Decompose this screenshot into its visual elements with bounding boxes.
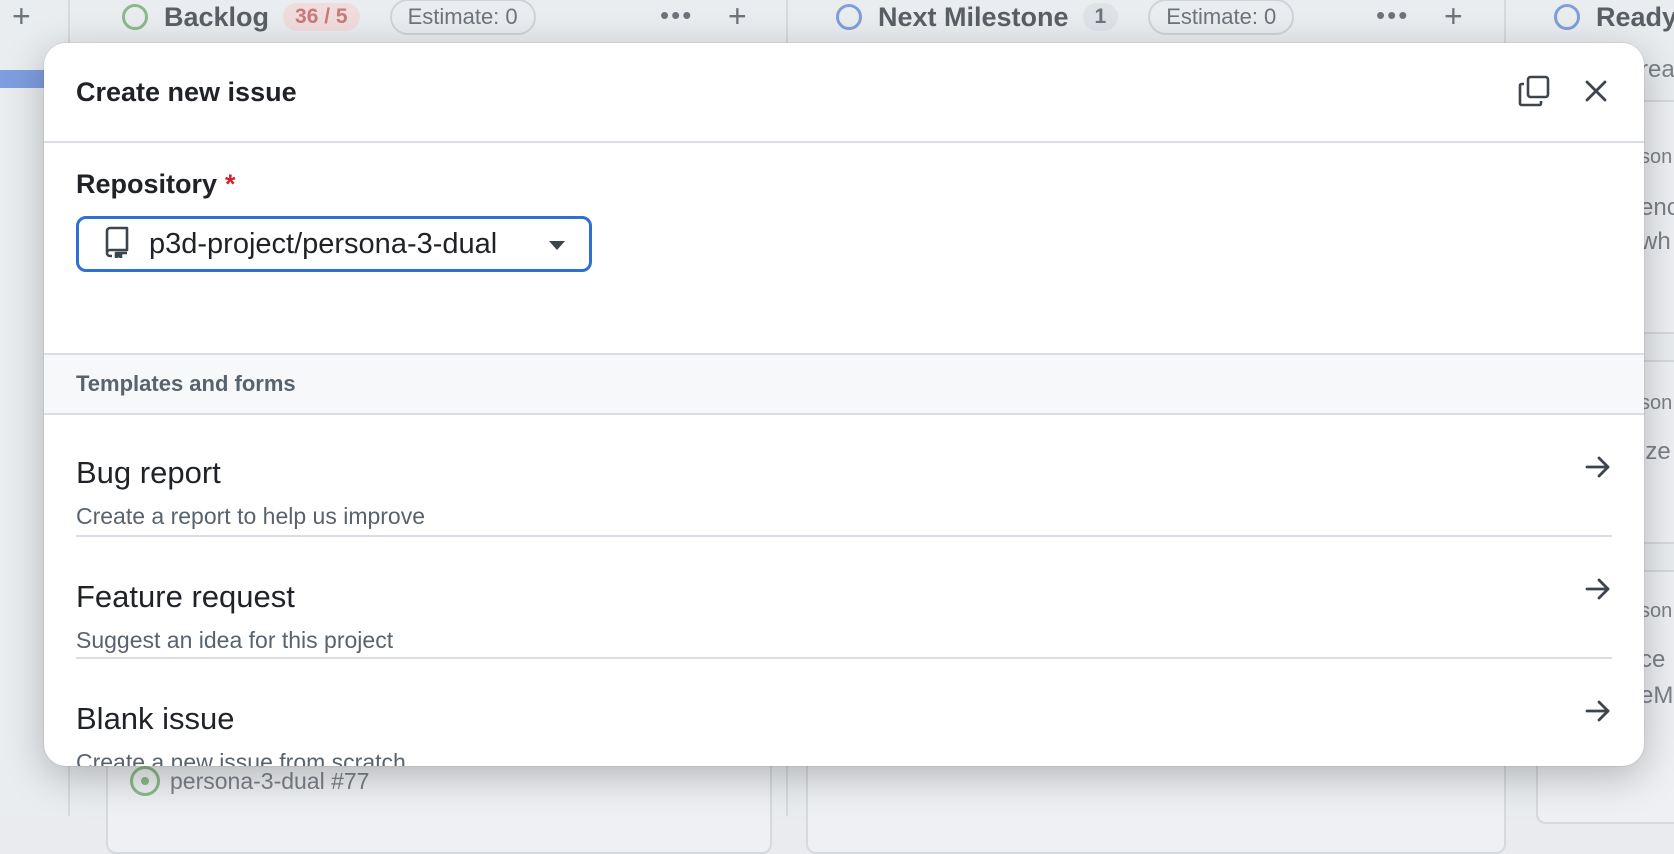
column-header-backlog: Backlog 36 / 5 Estimate: 0 (122, 0, 536, 35)
repository-section: Repository * p3d-project/persona-3-dual (44, 143, 1644, 355)
template-title: Feature request (76, 579, 295, 614)
template-title: Bug report (76, 455, 221, 490)
selection-indicator (0, 70, 44, 88)
arrow-right-icon (1584, 453, 1612, 486)
add-column-icon[interactable]: + (12, 0, 31, 35)
arrow-right-icon (1584, 697, 1612, 730)
dialog-title: Create new issue (76, 77, 297, 107)
template-description: Suggest an idea for this project (76, 627, 394, 653)
repository-label: Repository * (76, 169, 236, 199)
copy-icon[interactable] (1514, 71, 1554, 111)
estimate-badge: Estimate: 0 (389, 0, 536, 35)
repository-select[interactable]: p3d-project/persona-3-dual (76, 216, 592, 272)
template-feature-request[interactable]: Feature request Suggest an idea for this… (76, 537, 1612, 659)
template-list: Bug report Create a report to help us im… (44, 415, 1644, 766)
column-title: Backlog (164, 1, 270, 32)
close-icon[interactable] (1576, 71, 1616, 111)
status-open-icon (122, 4, 148, 30)
repository-select-value: p3d-project/persona-3-dual (149, 227, 498, 260)
add-item-icon[interactable]: + (1444, 0, 1463, 35)
templates-heading: Templates and forms (44, 355, 1644, 415)
template-blank-issue[interactable]: Blank issue Create a new issue from scra… (76, 659, 1612, 766)
column-menu-icon[interactable]: ••• (660, 0, 693, 31)
issue-open-icon (130, 766, 160, 796)
card-text-fragment: son (1640, 600, 1673, 622)
status-open-icon (1554, 4, 1580, 30)
column-title: Ready (1596, 1, 1674, 32)
column-count-badge: 1 (1082, 3, 1119, 31)
template-description: Create a report to help us improve (76, 503, 426, 529)
arrow-right-icon (1584, 575, 1612, 608)
required-marker: * (225, 169, 236, 199)
card-text-fragment: eM (1640, 682, 1674, 709)
repo-icon (103, 226, 131, 263)
issue-reference[interactable]: persona-3-dual #77 (130, 766, 369, 796)
template-title: Blank issue (76, 701, 235, 736)
card-text-fragment: wh (1640, 228, 1671, 255)
card-text-fragment: son (1640, 392, 1673, 414)
issue-reference-text: persona-3-dual #77 (170, 767, 370, 794)
column-title: Next Milestone (878, 1, 1069, 32)
card-text-fragment: ize (1640, 438, 1671, 465)
column-header-next-milestone: Next Milestone 1 Estimate: 0 (836, 0, 1295, 35)
status-open-icon (836, 4, 862, 30)
template-description: Create a new issue from scratch (76, 749, 406, 766)
create-issue-dialog: Create new issue Repository * p3d-projec… (44, 43, 1644, 766)
add-item-icon[interactable]: + (728, 0, 747, 35)
chevron-down-icon (549, 241, 565, 250)
estimate-badge: Estimate: 0 (1148, 0, 1295, 35)
column-menu-icon[interactable]: ••• (1376, 0, 1409, 31)
dialog-header: Create new issue (44, 43, 1644, 143)
column-header-ready: Ready (1554, 0, 1674, 34)
card-text-fragment: rea (1640, 56, 1674, 83)
template-bug-report[interactable]: Bug report Create a report to help us im… (76, 415, 1612, 537)
card-text-fragment: enc (1640, 194, 1674, 221)
column-count-badge: 36 / 5 (283, 3, 360, 31)
card-text-fragment: son (1640, 146, 1673, 168)
